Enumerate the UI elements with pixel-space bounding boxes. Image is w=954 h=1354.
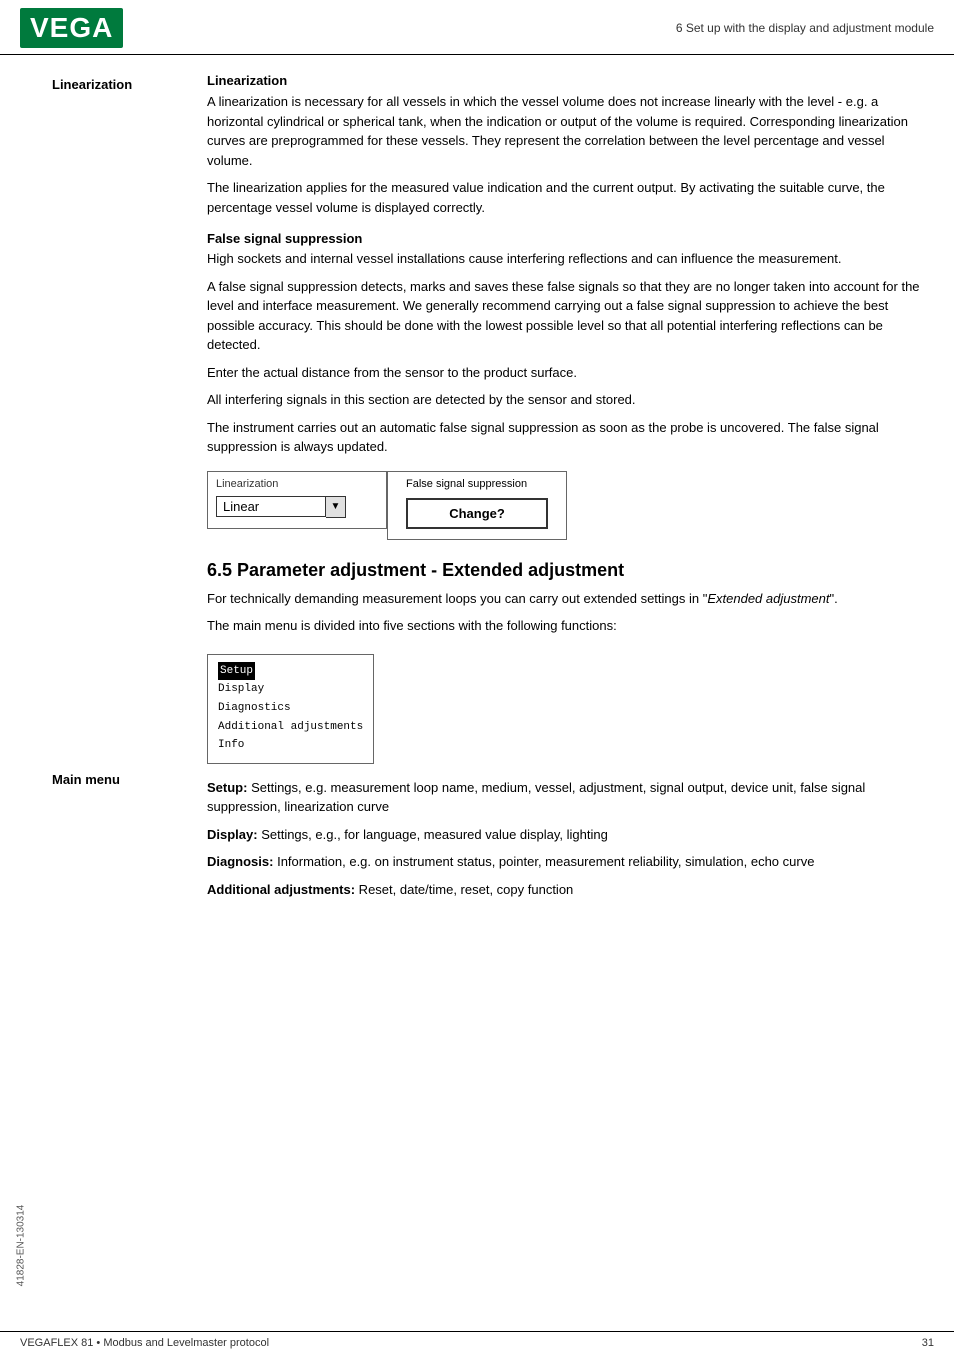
- top-header: VEGA 6 Set up with the display and adjus…: [0, 0, 954, 55]
- additional-description: Additional adjustments: Reset, date/time…: [207, 880, 924, 900]
- display-bold: Display:: [207, 827, 258, 842]
- linearization-select-field[interactable]: Linear: [216, 496, 326, 517]
- footer-left: VEGAFLEX 81 • Modbus and Levelmaster pro…: [20, 1337, 269, 1349]
- footer-page-number: 31: [922, 1337, 934, 1349]
- menu-item-setup[interactable]: Setup: [218, 662, 255, 681]
- setup-description: Setup: Settings, e.g. measurement loop n…: [207, 778, 924, 817]
- change-button[interactable]: Change?: [406, 498, 548, 529]
- false-signal-heading: False signal suppression: [207, 231, 924, 246]
- menu-item-diagnostics[interactable]: Diagnostics: [218, 699, 363, 718]
- outer-main: 41828-EN-130314 Linearization Main menu …: [0, 55, 954, 1331]
- display-description: Display: Settings, e.g., for language, m…: [207, 825, 924, 845]
- false-signal-widget-label: False signal suppression: [406, 478, 548, 490]
- left-sidebar: Linearization Main menu: [32, 55, 187, 1331]
- main-menu-p1: The main menu is divided into five secti…: [207, 616, 924, 636]
- false-signal-p2: A false signal suppression detects, mark…: [207, 277, 924, 355]
- rotated-label-container: 41828-EN-130314: [0, 55, 32, 1331]
- linearization-widget-label: Linearization: [216, 478, 378, 490]
- linearization-heading: Linearization: [207, 73, 924, 88]
- section-65-p1-end: ".: [829, 591, 837, 606]
- additional-text: Reset, date/time, reset, copy function: [355, 882, 573, 897]
- vega-logo: VEGA: [20, 8, 123, 48]
- section-65-p1: For technically demanding measurement lo…: [207, 589, 924, 609]
- dropdown-arrow-icon[interactable]: ▼: [326, 496, 346, 518]
- linearization-widget-box: Linearization Linear ▼: [207, 471, 387, 529]
- linearization-p1: A linearization is necessary for all ves…: [207, 92, 924, 170]
- content-area: Linearization A linearization is necessa…: [187, 55, 954, 1331]
- section-65-p1-text: For technically demanding measurement lo…: [207, 591, 707, 606]
- bottom-bar: VEGAFLEX 81 • Modbus and Levelmaster pro…: [0, 1331, 954, 1354]
- diagnosis-text: Information, e.g. on instrument status, …: [273, 854, 814, 869]
- setup-bold: Setup:: [207, 780, 247, 795]
- menu-box: Setup Display Diagnostics Additional adj…: [207, 654, 374, 764]
- false-signal-widget-box: False signal suppression Change?: [387, 471, 567, 540]
- false-signal-p1: High sockets and internal vessel install…: [207, 249, 924, 269]
- diagnosis-bold: Diagnosis:: [207, 854, 273, 869]
- sidebar-linearization-label: Linearization: [52, 77, 132, 92]
- linearization-select-row: Linear ▼: [216, 496, 378, 518]
- menu-item-display[interactable]: Display: [218, 680, 363, 699]
- menu-item-info[interactable]: Info: [218, 736, 363, 755]
- false-signal-p5: The instrument carries out an automatic …: [207, 418, 924, 457]
- setup-text: Settings, e.g. measurement loop name, me…: [207, 780, 865, 815]
- false-signal-p4: All interfering signals in this section …: [207, 390, 924, 410]
- additional-bold: Additional adjustments:: [207, 882, 355, 897]
- widget-row: Linearization Linear ▼ False signal supp…: [207, 471, 924, 540]
- page-wrapper: VEGA 6 Set up with the display and adjus…: [0, 0, 954, 1354]
- display-text: Settings, e.g., for language, measured v…: [258, 827, 608, 842]
- false-signal-p3: Enter the actual distance from the senso…: [207, 363, 924, 383]
- rotated-label: 41828-EN-130314: [15, 1205, 26, 1287]
- header-section-title: 6 Set up with the display and adjustment…: [676, 21, 934, 35]
- sidebar-main-menu-label: Main menu: [52, 772, 120, 787]
- section-65-p1-italic: Extended adjustment: [707, 591, 829, 606]
- linearization-p2: The linearization applies for the measur…: [207, 178, 924, 217]
- logo-area: VEGA: [20, 8, 123, 48]
- diagnosis-description: Diagnosis: Information, e.g. on instrume…: [207, 852, 924, 872]
- section-65-heading: 6.5 Parameter adjustment - Extended adju…: [207, 560, 924, 581]
- menu-item-additional[interactable]: Additional adjustments: [218, 718, 363, 737]
